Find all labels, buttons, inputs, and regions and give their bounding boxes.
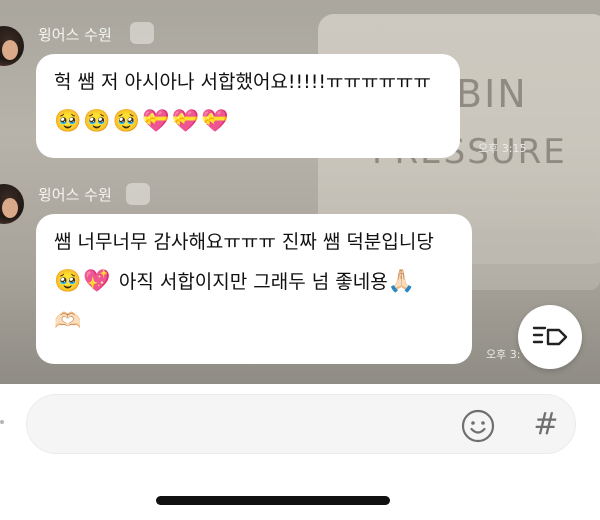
message-time: 오후 3:	[486, 348, 521, 361]
tag-list-icon	[532, 326, 568, 346]
message-text: 아직 서합이지만 그래두 넘 좋네용	[112, 271, 388, 293]
message-emoji: 🥹🥹🥹💝💝💝	[54, 109, 231, 134]
message-text: 헉 쌤 저 아시아나 서합했어요!!!!!ㅠㅠㅠㅠㅠㅠ	[54, 71, 431, 93]
sender-name-blur	[126, 183, 150, 205]
sender-name: 윙어스 수원	[38, 26, 112, 44]
smiley-icon	[461, 409, 495, 443]
chat-area[interactable]: BIN PRESSURE 윙어스 수원 헉 쌤 저 아시아나 서합했어요!!!!…	[0, 0, 600, 384]
avatar[interactable]	[0, 184, 24, 224]
message-bubble[interactable]: 헉 쌤 저 아시아나 서합했어요!!!!!ㅠㅠㅠㅠㅠㅠ 🥹🥹🥹💝💝💝	[36, 54, 460, 158]
message-text: 쌤 너무너무 감사해요ㅠㅠㅠ 진짜 쌤 덕분입니당	[54, 231, 434, 253]
emoji-button[interactable]	[461, 409, 495, 443]
message-bubble[interactable]: 쌤 너무너무 감사해요ㅠㅠㅠ 진짜 쌤 덕분입니당 🥹💖 아직 서합이지만 그래…	[36, 214, 472, 364]
message-emoji: 🥹💖	[54, 269, 113, 294]
home-indicator[interactable]	[156, 496, 390, 505]
avatar[interactable]	[0, 26, 24, 66]
message-emoji: 🫶🏻	[54, 309, 84, 334]
sender-name: 윙어스 수원	[38, 186, 112, 204]
composer-bar: #	[0, 384, 600, 520]
message-time: 오후 3:15	[478, 142, 527, 155]
message-text-line: 🥹💖 아직 서합이지만 그래두 넘 좋네용🙏🏻	[54, 262, 454, 302]
hashtag-button[interactable]: #	[529, 407, 563, 443]
tag-list-button[interactable]	[518, 305, 582, 369]
message-emoji: 🙏🏻	[387, 269, 418, 294]
message-composer[interactable]: #	[26, 394, 576, 454]
message-input[interactable]	[47, 409, 447, 441]
background-text: BIN	[456, 72, 528, 116]
divider-dot	[0, 420, 4, 424]
sender-name-blur	[130, 22, 154, 44]
